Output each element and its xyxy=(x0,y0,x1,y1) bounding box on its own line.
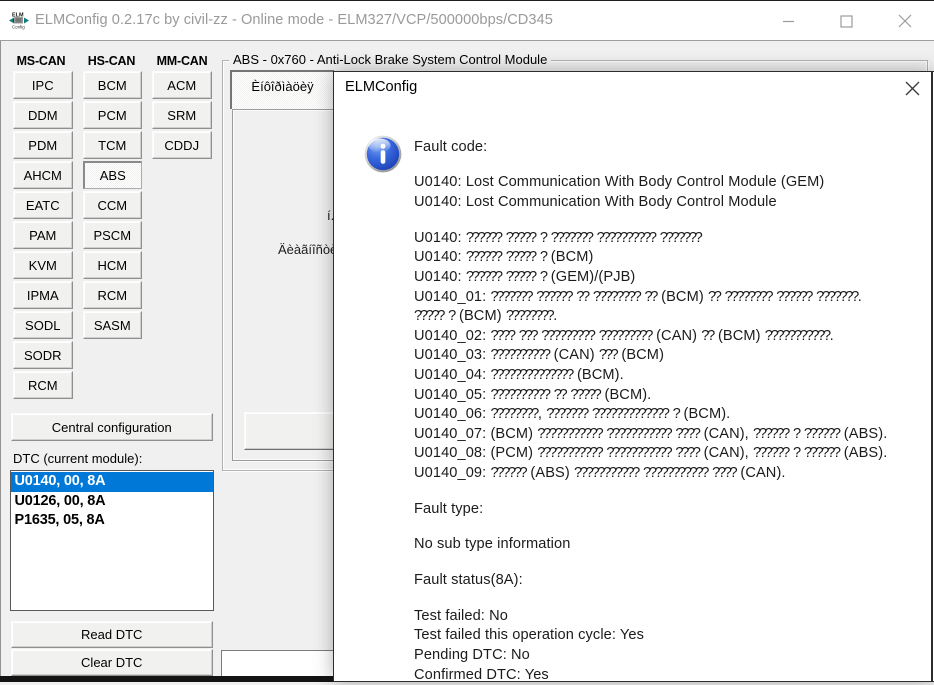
module-button-pcm[interactable]: PCM xyxy=(83,101,143,129)
dialog-close-icon xyxy=(905,81,920,96)
module-button-ipc[interactable]: IPC xyxy=(13,71,73,99)
dtc-list-item[interactable]: U0126, 00, 8A xyxy=(11,492,213,512)
dialog-message-line: U0140: Lost Communication With Body Cont… xyxy=(414,173,934,193)
module-button-ahcm[interactable]: AHCM xyxy=(13,161,73,189)
window-close-button[interactable] xyxy=(880,2,930,40)
dialog-message-line: Pending DTC: No xyxy=(414,646,934,666)
dialog-message-line: U0140_02: ???? ??? ????????? ????????? (… xyxy=(414,327,934,347)
dialog-message-line: Fault type: xyxy=(414,500,934,520)
maximize-icon xyxy=(840,15,853,28)
dialog-message-line xyxy=(414,555,934,571)
window-left-border xyxy=(0,41,1,676)
dialog-message-line: Fault code: xyxy=(414,138,934,158)
dialog-message-line: U0140: ?????? ????? ? ??????? ??????????… xyxy=(414,229,934,249)
central-configuration-button[interactable]: Central configuration xyxy=(11,413,214,441)
dialog-message-line: U0140_07: (BCM) ??????????? ??????????? … xyxy=(414,425,934,445)
app-icon: ELM Config xyxy=(9,11,29,30)
column-header-hs-can: HS-CAN xyxy=(82,54,142,68)
dialog-message-line: U0140: ?????? ????? ? (GEM)/(PJB) xyxy=(414,268,934,288)
module-button-hcm[interactable]: HCM xyxy=(83,251,143,279)
dialog-message-line xyxy=(414,157,934,173)
dialog-message-line xyxy=(414,213,934,229)
module-button-bcm[interactable]: BCM xyxy=(83,71,143,99)
tab-information[interactable]: Èíôîðìàöèÿ xyxy=(230,70,334,109)
minimize-icon xyxy=(782,15,795,28)
dialog-message-line xyxy=(414,483,934,499)
dialog-message-line: U0140_01: ??????? ?????? ?? ???????? ?? … xyxy=(414,288,934,308)
dialog-message-line: U0140: Lost Communication With Body Cont… xyxy=(414,193,934,213)
module-button-eatc[interactable]: EATC xyxy=(13,191,73,219)
module-button-pscm[interactable]: PSCM xyxy=(83,221,143,249)
dtc-list-item[interactable]: U0140, 00, 8A xyxy=(11,472,213,492)
dialog-message: Fault code: U0140: Lost Communication Wit… xyxy=(414,138,934,685)
dialog-message-line: U0140_04: ?????????????? (BCM). xyxy=(414,366,934,386)
dialog-message-line: U0140_08: (PCM) ??????????? ??????????? … xyxy=(414,444,934,464)
dialog-message-line: U0140: ?????? ????? ? (BCM) xyxy=(414,248,934,268)
dialog-message-line: Confirmed DTC: Yes xyxy=(414,666,934,685)
module-button-srm[interactable]: SRM xyxy=(152,101,212,129)
dialog-message-line: U0140_06: ????????, ??????? ????????????… xyxy=(414,405,934,425)
module-button-pdm[interactable]: PDM xyxy=(13,131,73,159)
dialog-message-line xyxy=(414,519,934,535)
clear-dtc-button[interactable]: Clear DTC xyxy=(11,649,214,676)
dialog-message-line: Test failed: No xyxy=(414,607,934,627)
module-button-acm[interactable]: ACM xyxy=(152,71,212,99)
dialog-message-line: U0140_03: ?????????? (CAN) ??? (BCM) xyxy=(414,346,934,366)
window-close-icon xyxy=(898,14,912,28)
window-title: ELMConfig 0.2.17c by civil-zz - Online m… xyxy=(35,1,553,40)
dtc-listbox[interactable]: U0140, 00, 8AU0126, 00, 8AP1635, 05, 8A xyxy=(10,470,214,612)
dialog-message-line: U0140_09: ?????? (ABS) ??????????? ?????… xyxy=(414,464,934,484)
column-header-ms-can: MS-CAN xyxy=(11,54,71,68)
dialog-message-line: Fault status(8A): xyxy=(414,571,934,591)
module-button-rcm[interactable]: RCM xyxy=(13,371,73,399)
module-button-rcm[interactable]: RCM xyxy=(83,281,143,309)
module-button-ccm[interactable]: CCM xyxy=(83,191,143,219)
dialog-close-button[interactable] xyxy=(898,74,927,102)
dialog-message-line: No sub type information xyxy=(414,535,934,555)
module-button-sodl[interactable]: SODL xyxy=(13,311,73,339)
svg-text:Config: Config xyxy=(12,25,25,30)
module-button-ipma[interactable]: IPMA xyxy=(13,281,73,309)
module-button-kvm[interactable]: KVM xyxy=(13,251,73,279)
titlebar: ELM Config ELMConfig 0.2.17c by civil-zz… xyxy=(0,1,934,40)
module-button-sasm[interactable]: SASM xyxy=(83,311,143,339)
module-button-sodr[interactable]: SODR xyxy=(13,341,73,369)
module-button-pam[interactable]: PAM xyxy=(13,221,73,249)
dialog-title: ELMConfig xyxy=(345,79,417,95)
tab-page-partial-button[interactable] xyxy=(244,412,348,450)
module-button-ddm[interactable]: DDM xyxy=(13,101,73,129)
maximize-button[interactable] xyxy=(821,2,871,40)
dialog-message-line: ????? ? (BCM) ????????. xyxy=(414,307,934,327)
module-button-abs[interactable]: ABS xyxy=(83,161,143,189)
dialog-message-line xyxy=(414,591,934,607)
titlebar-border xyxy=(0,40,934,41)
dialog-message-line: Test failed this operation cycle: Yes xyxy=(414,626,934,646)
module-button-cddj[interactable]: CDDJ xyxy=(152,131,212,159)
dialog-message-line: U0140_05: ?????????? ?? ????? (BCM). xyxy=(414,386,934,406)
read-dtc-button[interactable]: Read DTC xyxy=(11,621,214,648)
info-icon xyxy=(364,135,402,173)
minimize-button[interactable] xyxy=(763,2,813,40)
column-header-mm-can: MM-CAN xyxy=(152,54,212,68)
module-button-tcm[interactable]: TCM xyxy=(83,131,143,159)
module-group-box-title: ABS - 0x760 - Anti-Lock Brake System Con… xyxy=(229,53,551,67)
dtc-list-label: DTC (current module): xyxy=(13,451,142,466)
dtc-list-item[interactable]: P1635, 05, 8A xyxy=(11,511,213,531)
